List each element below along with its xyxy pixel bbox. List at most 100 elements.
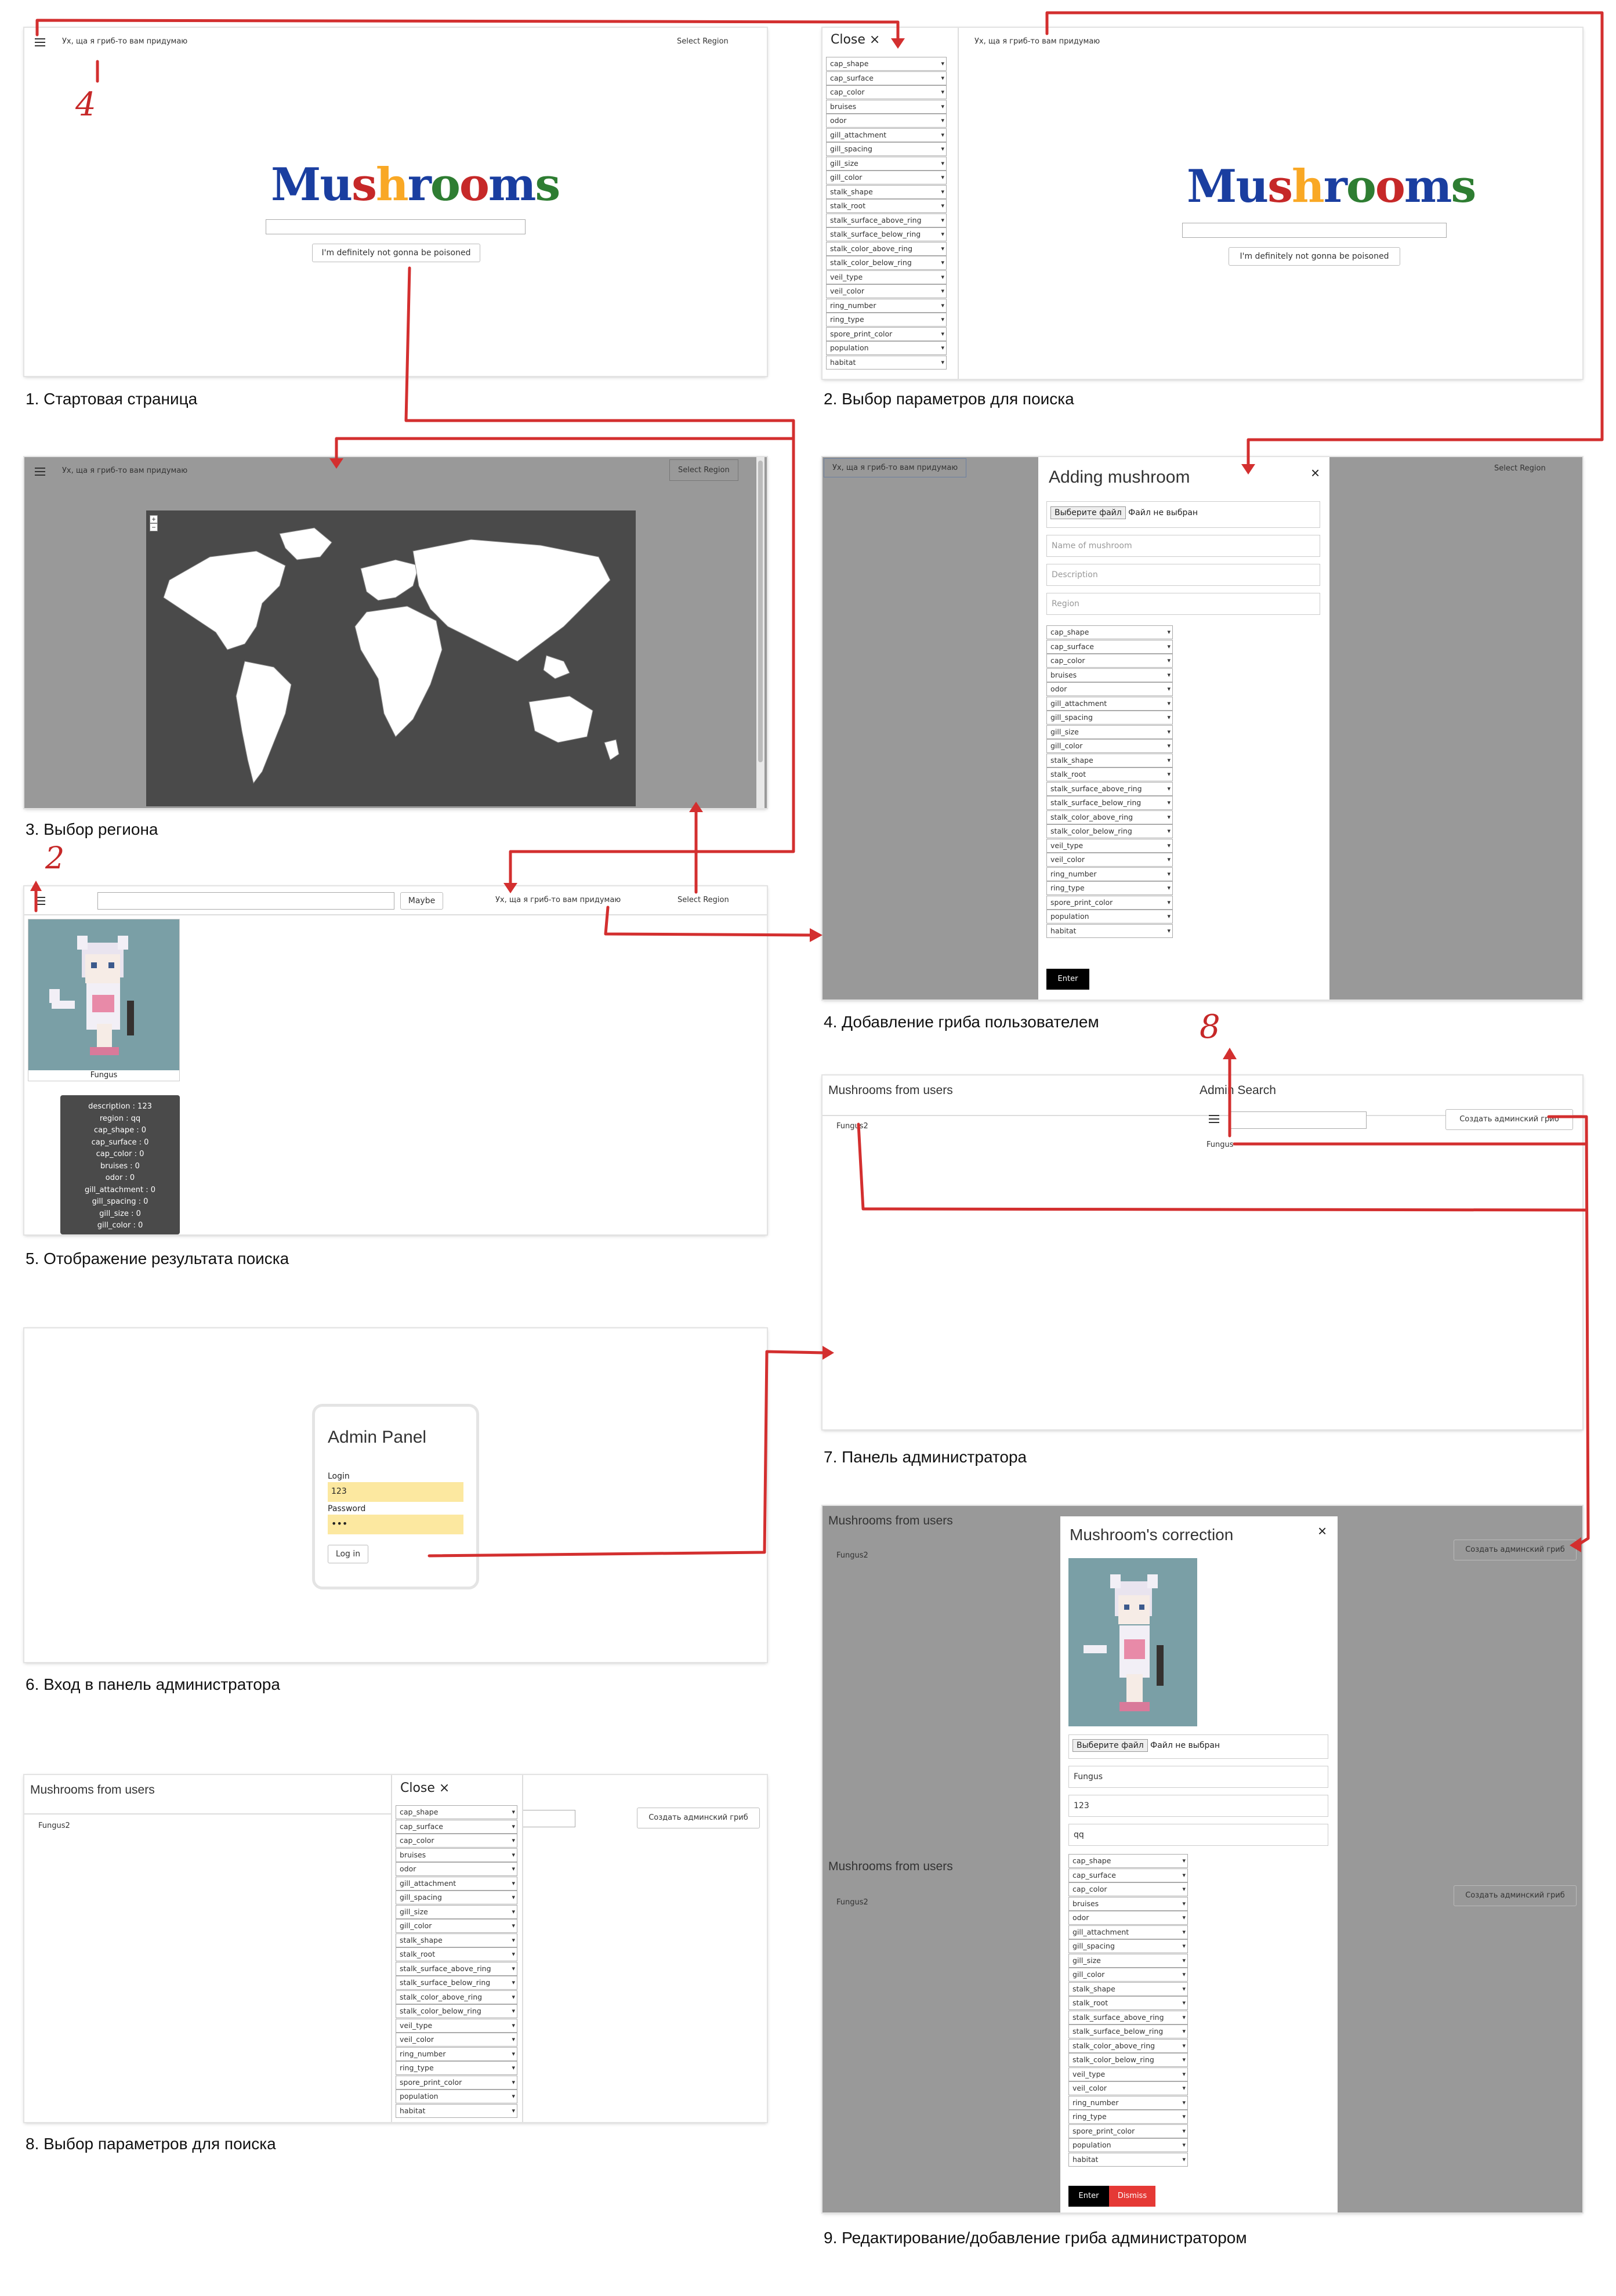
file-field[interactable]: Выберите файл Файл не выбран [1068, 1734, 1328, 1759]
param-select-ring-number[interactable]: ring_number [1068, 2095, 1188, 2110]
param-select-gill-spacing[interactable]: gill_spacing [1068, 1939, 1188, 1953]
name-input[interactable]: Name of mushroom [1046, 535, 1320, 557]
select-region-link[interactable]: Select Region [677, 896, 729, 904]
param-select-bruises[interactable]: bruises [1046, 668, 1173, 682]
login-button[interactable]: Log in [328, 1545, 368, 1563]
param-select-stalk-surface-above-ring[interactable]: stalk_surface_above_ring [1046, 781, 1173, 796]
param-select-stalk-root[interactable]: stalk_root [1046, 767, 1173, 781]
param-select-veil-color[interactable]: veil_color [396, 2033, 517, 2047]
close-panel-button[interactable]: Close × [831, 32, 880, 47]
menu-icon[interactable] [35, 468, 45, 476]
param-select-gill-attachment[interactable]: gill_attachment [1068, 1925, 1188, 1939]
param-select-ring-type[interactable]: ring_type [826, 313, 947, 327]
create-admin-mushroom-button-repeat[interactable]: Создать админский гриб [1454, 1885, 1577, 1906]
param-select-cap-surface[interactable]: cap_surface [1046, 639, 1173, 654]
param-select-gill-size[interactable]: gill_size [826, 156, 947, 171]
menu-icon[interactable] [35, 38, 45, 46]
param-select-stalk-root[interactable]: stalk_root [1068, 1996, 1188, 2010]
param-select-veil-type[interactable]: veil_type [396, 2018, 517, 2033]
close-panel-button[interactable]: Close × [400, 1781, 450, 1795]
param-select-cap-color[interactable]: cap_color [826, 85, 947, 99]
param-select-population[interactable]: population [1046, 910, 1173, 924]
select-region-link[interactable]: Select Region [677, 37, 729, 46]
search-button[interactable]: I'm definitely not gonna be poisoned [312, 244, 480, 262]
param-select-odor[interactable]: odor [1068, 1911, 1188, 1925]
close-icon[interactable]: × [1318, 1522, 1327, 1540]
param-select-cap-color[interactable]: cap_color [1068, 1882, 1188, 1896]
param-select-spore-print-color[interactable]: spore_print_color [1068, 2124, 1188, 2138]
param-select-cap-shape[interactable]: cap_shape [826, 57, 947, 71]
user-mushroom-item[interactable]: Fungus2 [836, 1122, 868, 1131]
description-input[interactable]: Description [1046, 564, 1320, 586]
param-select-veil-color[interactable]: veil_color [826, 284, 947, 298]
param-select-spore-print-color[interactable]: spore_print_color [1046, 895, 1173, 910]
password-input[interactable]: ••• [328, 1515, 463, 1534]
param-select-gill-attachment[interactable]: gill_attachment [826, 128, 947, 142]
param-select-gill-size[interactable]: gill_size [396, 1904, 517, 1919]
param-select-veil-type[interactable]: veil_type [826, 270, 947, 284]
param-select-gill-color[interactable]: gill_color [1068, 1968, 1188, 1982]
region-input[interactable]: qq [1068, 1824, 1328, 1846]
menu-icon[interactable] [1209, 1115, 1219, 1123]
param-select-population[interactable]: population [396, 2089, 517, 2103]
create-admin-mushroom-button[interactable]: Создать админский гриб [637, 1808, 760, 1828]
param-select-ring-type[interactable]: ring_type [396, 2061, 517, 2075]
param-select-population[interactable]: population [826, 341, 947, 355]
param-select-stalk-shape[interactable]: stalk_shape [396, 1933, 517, 1947]
region-input[interactable]: Region [1046, 593, 1320, 615]
param-select-veil-type[interactable]: veil_type [1046, 838, 1173, 853]
param-select-veil-color[interactable]: veil_color [1046, 853, 1173, 867]
search-button[interactable]: I'm definitely not gonna be poisoned [1229, 247, 1400, 266]
param-select-stalk-surface-below-ring[interactable]: stalk_surface_below_ring [1046, 796, 1173, 810]
param-select-habitat[interactable]: habitat [1068, 2152, 1188, 2167]
param-select-cap-shape[interactable]: cap_shape [1068, 1854, 1188, 1868]
dismiss-button[interactable]: Dismiss [1109, 2186, 1155, 2207]
select-region-button[interactable]: Select Region [669, 459, 738, 481]
param-select-stalk-color-below-ring[interactable]: stalk_color_below_ring [826, 256, 947, 270]
param-select-cap-surface[interactable]: cap_surface [1068, 1868, 1188, 1882]
zoom-out-button[interactable]: − [150, 523, 158, 531]
user-mushroom-item[interactable]: Fungus2 [38, 1821, 70, 1830]
param-select-habitat[interactable]: habitat [1046, 924, 1173, 938]
param-select-veil-color[interactable]: veil_color [1068, 2081, 1188, 2095]
param-select-stalk-surface-above-ring[interactable]: stalk_surface_above_ring [396, 1961, 517, 1976]
param-select-ring-number[interactable]: ring_number [1046, 867, 1173, 881]
param-select-bruises[interactable]: bruises [1068, 1896, 1188, 1911]
param-select-cap-surface[interactable]: cap_surface [396, 1819, 517, 1834]
param-select-stalk-color-below-ring[interactable]: stalk_color_below_ring [1046, 824, 1173, 838]
world-map[interactable]: + − [146, 510, 636, 806]
param-select-bruises[interactable]: bruises [826, 99, 947, 114]
param-select-stalk-color-below-ring[interactable]: stalk_color_below_ring [396, 2004, 517, 2018]
param-select-stalk-color-above-ring[interactable]: stalk_color_above_ring [1068, 2038, 1188, 2053]
param-select-stalk-surface-below-ring[interactable]: stalk_surface_below_ring [396, 1976, 517, 1990]
user-mushroom-item[interactable]: Fungus2 [836, 1551, 868, 1560]
param-select-habitat[interactable]: habitat [826, 355, 947, 370]
search-input[interactable] [266, 219, 526, 234]
param-select-stalk-root[interactable]: stalk_root [826, 199, 947, 213]
zoom-in-button[interactable]: + [150, 515, 158, 523]
enter-button[interactable]: Enter [1046, 969, 1089, 990]
param-select-ring-type[interactable]: ring_type [1046, 881, 1173, 895]
param-select-odor[interactable]: odor [396, 1862, 517, 1876]
param-select-population[interactable]: population [1068, 2138, 1188, 2152]
result-card[interactable]: Fungus [28, 919, 180, 1081]
param-select-stalk-color-below-ring[interactable]: stalk_color_below_ring [1068, 2053, 1188, 2067]
search-input[interactable] [97, 892, 394, 910]
file-choose-button[interactable]: Выберите файл [1072, 1739, 1148, 1752]
param-select-spore-print-color[interactable]: spore_print_color [826, 327, 947, 341]
user-mushroom-item-repeat[interactable]: Fungus2 [836, 1898, 868, 1907]
param-select-gill-color[interactable]: gill_color [826, 171, 947, 184]
param-select-veil-type[interactable]: veil_type [1068, 2067, 1188, 2081]
create-admin-mushroom-button[interactable]: Создать админский гриб [1454, 1540, 1577, 1560]
param-select-stalk-shape[interactable]: stalk_shape [1046, 753, 1173, 767]
param-select-gill-attachment[interactable]: gill_attachment [396, 1876, 517, 1891]
file-field[interactable]: Выберите файл Файл не выбран [1046, 501, 1320, 528]
param-select-ring-number[interactable]: ring_number [826, 298, 947, 313]
param-select-habitat[interactable]: habitat [396, 2103, 517, 2118]
param-select-cap-color[interactable]: cap_color [396, 1834, 517, 1848]
param-select-stalk-surface-below-ring[interactable]: stalk_surface_below_ring [826, 227, 947, 241]
param-select-ring-number[interactable]: ring_number [396, 2047, 517, 2061]
close-icon[interactable]: × [1311, 464, 1320, 482]
param-select-odor[interactable]: odor [1046, 682, 1173, 696]
param-select-cap-shape[interactable]: cap_shape [396, 1805, 517, 1819]
